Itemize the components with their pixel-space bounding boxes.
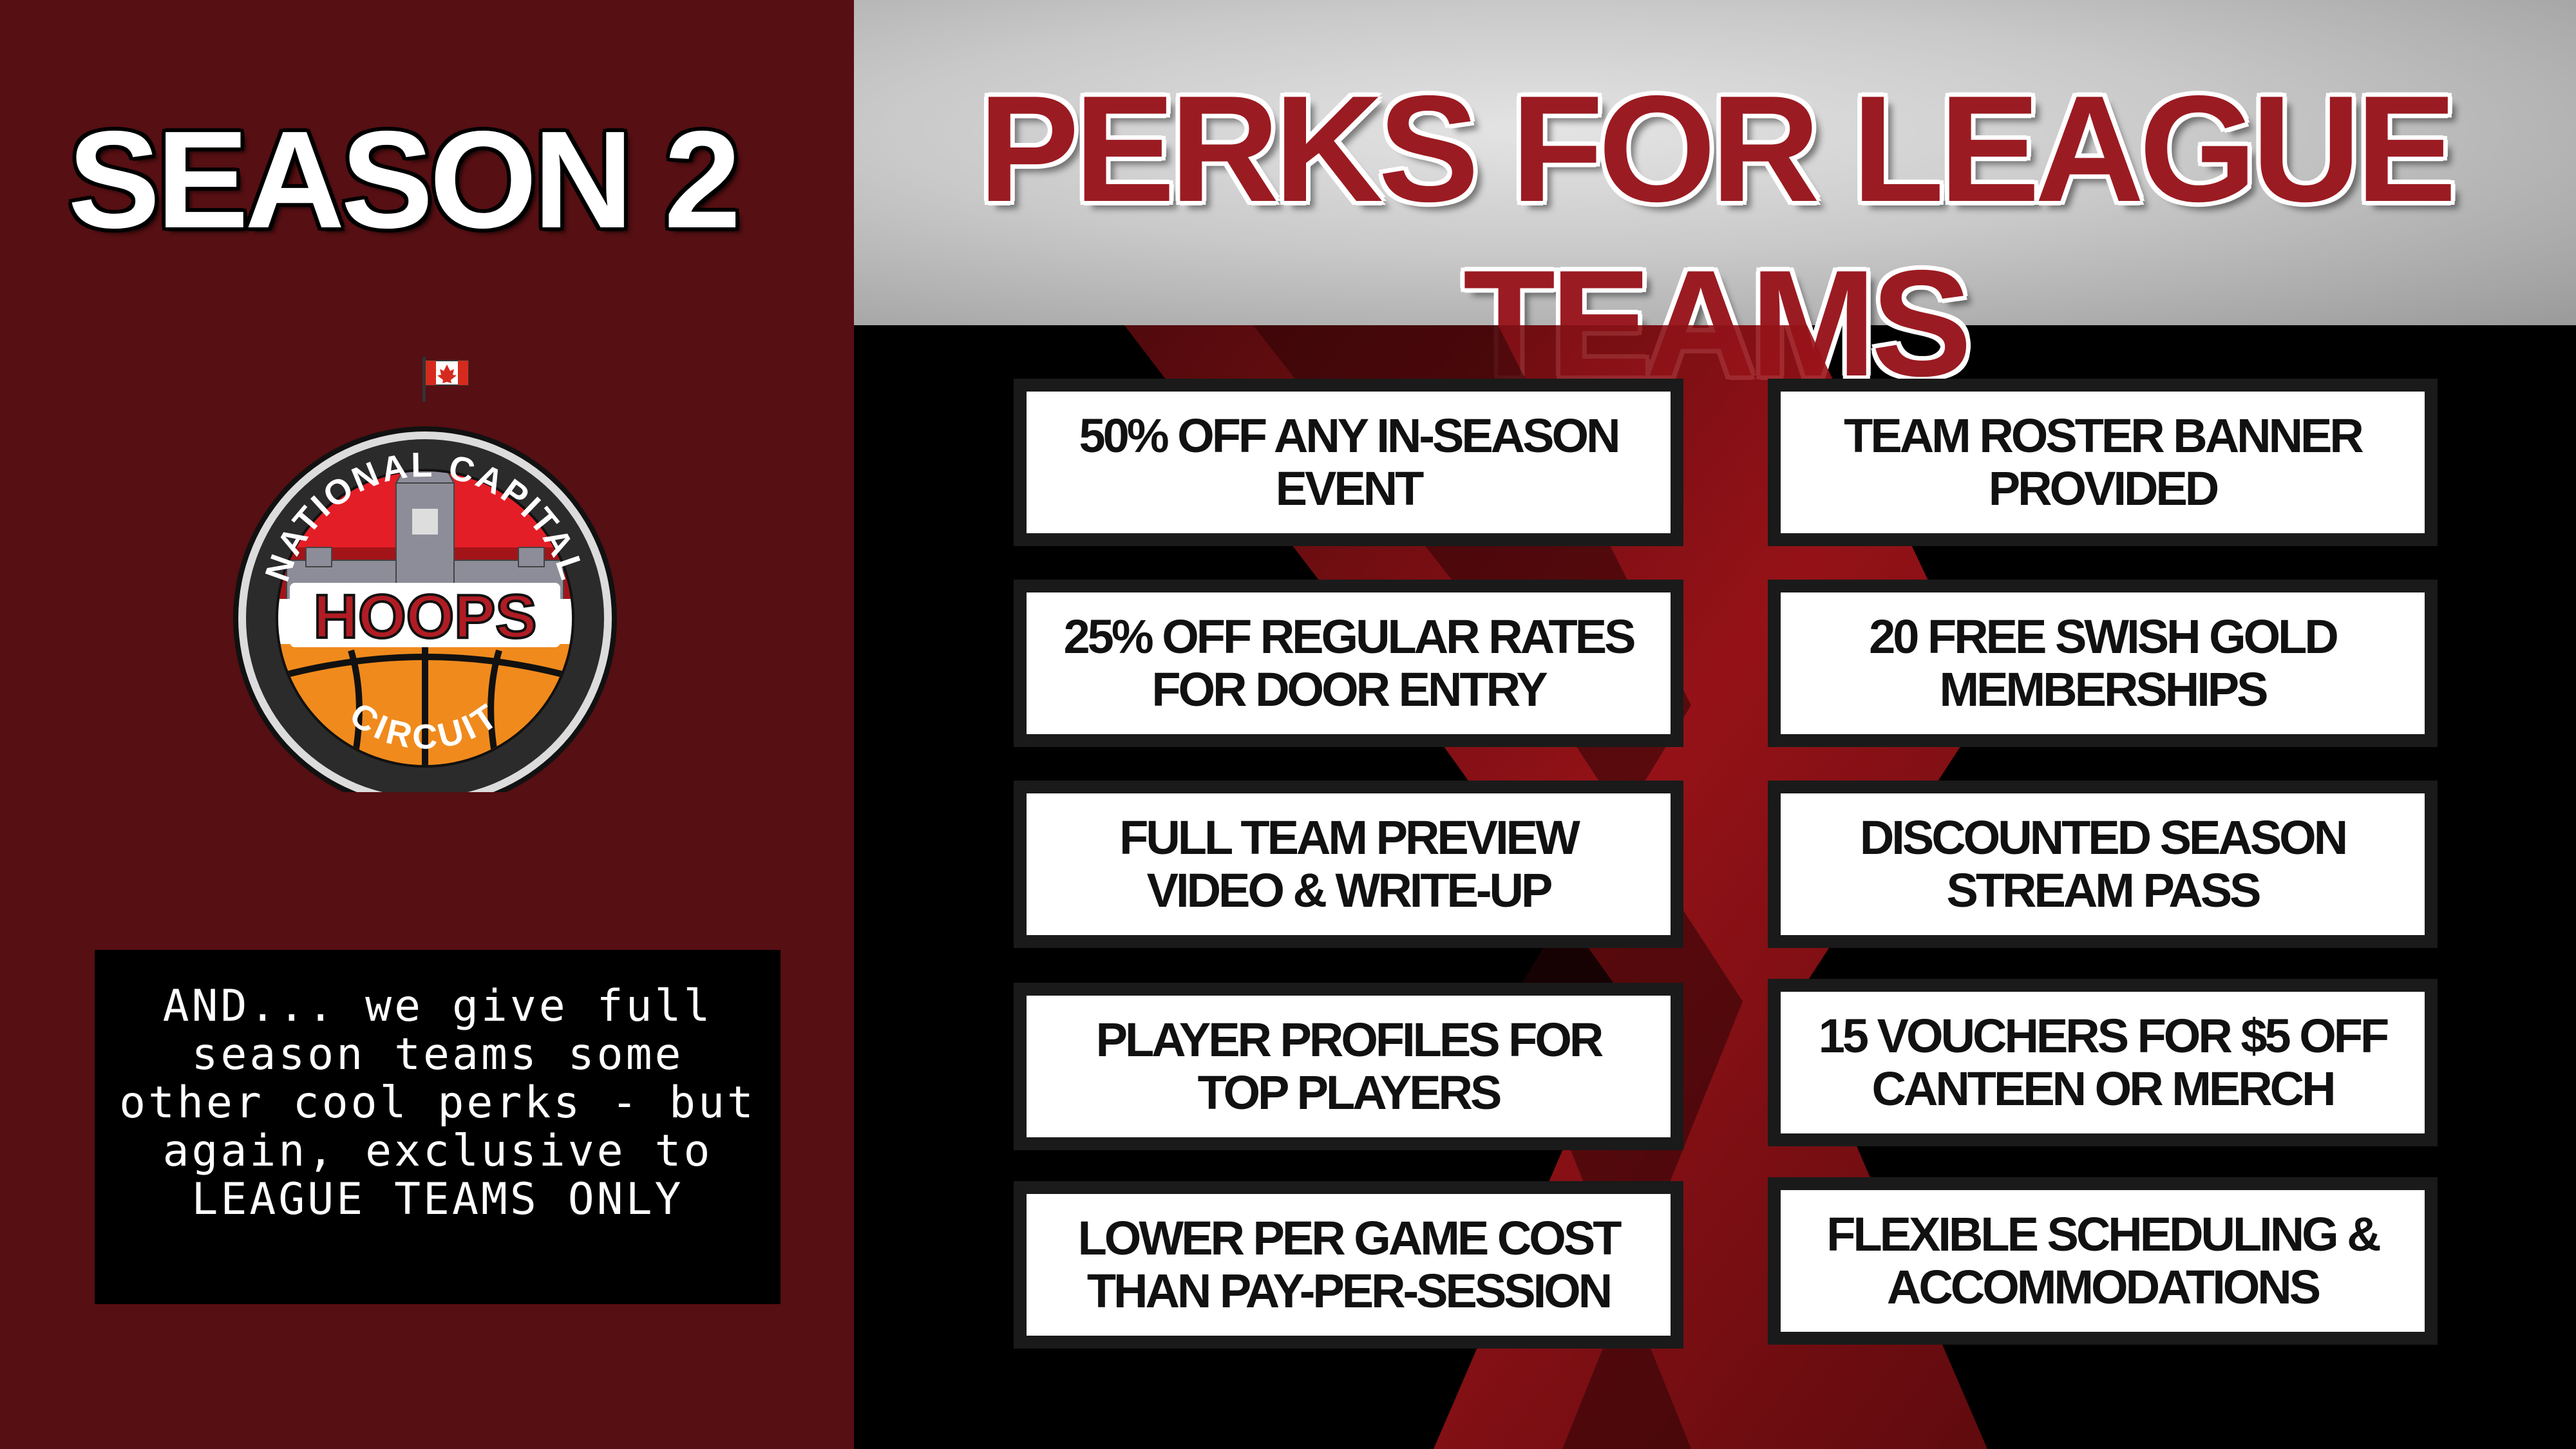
perk-card: FLEXIBLE SCHEDULING & ACCOMMODATIONS [1768,1177,2438,1345]
perk-text: 15 VOUCHERS FOR $5 OFF CANTEEN OR MERCH [1818,1009,2389,1115]
perk-card: TEAM ROSTER BANNER PROVIDED [1768,379,2438,546]
league-note-box: AND... we give full season teams some ot… [95,950,781,1304]
left-panel: SEASON 2 HOOPS NATIONAL CAPITAL CIRCUIT … [0,0,854,1449]
season-title: SEASON 2 [68,102,741,257]
logo-center-text: HOOPS [314,582,537,651]
perk-card: PLAYER PROFILES FOR TOP PLAYERS [1014,983,1683,1150]
note-line: LEAGUE TEAMS ONLY [191,1174,684,1225]
header-banner: PERKS FOR LEAGUE TEAMS [854,0,2576,408]
perk-text: 25% OFF REGULAR RATES FOR DOOR ENTRY [1063,610,1636,716]
canada-flag-icon [422,357,469,402]
note-line: again, exclusive to [162,1126,713,1177]
perk-text: 50% OFF ANY IN-SEASON EVENT [1079,409,1620,515]
perk-text: TEAM ROSTER BANNER PROVIDED [1844,409,2364,515]
perk-card: 20 FREE SWISH GOLD MEMBERSHIPS [1768,580,2438,747]
perk-card: LOWER PER GAME COST THAN PAY-PER-SESSION [1014,1181,1683,1349]
perk-text: DISCOUNTED SEASON STREAM PASS [1859,811,2348,917]
perk-card: 50% OFF ANY IN-SEASON EVENT [1014,379,1683,546]
hoops-circuit-logo: HOOPS NATIONAL CAPITAL CIRCUIT [233,357,617,792]
perk-text: FULL TEAM PREVIEW VIDEO & WRITE-UP [1119,811,1580,917]
perk-text: 20 FREE SWISH GOLD MEMBERSHIPS [1869,610,2339,716]
perk-text: LOWER PER GAME COST THAN PAY-PER-SESSION [1077,1211,1622,1318]
note-line: season teams some [191,1029,684,1080]
perk-card: DISCOUNTED SEASON STREAM PASS [1768,781,2438,948]
perk-card: FULL TEAM PREVIEW VIDEO & WRITE-UP [1014,781,1683,948]
perk-text: FLEXIBLE SCHEDULING & ACCOMMODATIONS [1826,1208,2381,1314]
perk-text: PLAYER PROFILES FOR TOP PLAYERS [1095,1013,1604,1119]
perk-card: 25% OFF REGULAR RATES FOR DOOR ENTRY [1014,580,1683,747]
note-line: other cool perks - but [119,1077,756,1128]
perk-card: 15 VOUCHERS FOR $5 OFF CANTEEN OR MERCH [1768,979,2438,1146]
league-note-text: AND... we give full season teams some ot… [95,982,781,1224]
note-line: AND... we give full [162,981,713,1032]
